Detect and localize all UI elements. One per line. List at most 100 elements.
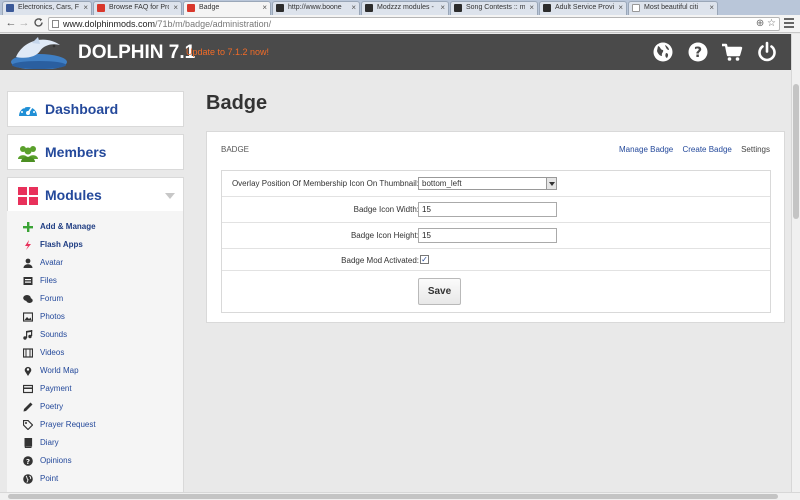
tab-favicon-icon	[543, 4, 551, 12]
sidebar-item-label: Dashboard	[45, 101, 119, 117]
browser-tab[interactable]: Electronics, Cars, Fa ×	[2, 1, 92, 15]
url-path: /71b/m/badge/administration/	[155, 19, 272, 29]
browser-tab[interactable]: Song Contests :: m ×	[450, 1, 538, 15]
form-row-activated: Badge Mod Activated: ✓	[222, 249, 770, 271]
browser-tab-active[interactable]: Badge ×	[183, 1, 271, 15]
tab-favicon-icon	[454, 4, 462, 12]
height-label: Badge Icon Height:	[350, 231, 419, 240]
browser-tab[interactable]: Adult Service Provi ×	[539, 1, 627, 15]
comments-icon	[23, 295, 33, 303]
horizontal-scrollbar[interactable]	[0, 492, 800, 500]
bookmark-star-icon[interactable]: ☆	[767, 18, 776, 29]
activated-checkbox[interactable]: ✓	[420, 255, 429, 264]
tab-close-icon[interactable]: ×	[173, 2, 178, 14]
scrollbar-thumb[interactable]	[8, 494, 778, 499]
width-input[interactable]: 15	[418, 202, 557, 217]
tab-close-icon[interactable]: ×	[351, 2, 356, 14]
tab-close-icon[interactable]: ×	[440, 2, 445, 14]
dolphin-logo-icon	[11, 37, 67, 69]
browser-toolbar: ← → www.dolphinmods.com/71b/m/badge/admi…	[0, 15, 800, 33]
browser-tab[interactable]: Browse FAQ for Pro ×	[93, 1, 182, 15]
form-row-height: Badge Icon Height: 15	[222, 223, 770, 249]
sidebar-item-dashboard[interactable]: Dashboard	[7, 91, 184, 127]
tab-favicon-icon	[632, 4, 640, 12]
modules-grid-icon	[18, 187, 38, 205]
tab-favicon-icon	[97, 4, 105, 12]
tab-favicon-icon	[187, 4, 195, 12]
tab-close-icon[interactable]: ×	[529, 2, 534, 14]
globe-icon	[23, 474, 33, 484]
forward-arrow-icon[interactable]: →	[18, 17, 30, 30]
page-title: Badge	[206, 92, 268, 114]
globe-icon[interactable]	[652, 41, 674, 63]
chevron-down-icon[interactable]	[165, 193, 175, 199]
tab-favicon-icon	[276, 4, 284, 12]
browser-tab[interactable]: Modzzz modules - ×	[361, 1, 449, 15]
cart-icon[interactable]	[721, 41, 743, 63]
help-icon[interactable]: ?	[687, 41, 709, 63]
page-icon	[52, 20, 59, 28]
create-badge-link[interactable]: Create Badge	[682, 145, 731, 154]
reload-icon[interactable]	[32, 17, 44, 30]
browser-tab-strip: Electronics, Cars, Fa × Browse FAQ for Pr…	[0, 0, 800, 15]
form-row-width: Badge Icon Width: 15	[222, 197, 770, 223]
zoom-icon[interactable]: ⊕	[756, 18, 764, 29]
save-button[interactable]: Save	[418, 278, 461, 305]
width-label: Badge Icon Width:	[353, 205, 419, 214]
music-icon	[23, 330, 33, 340]
user-icon	[23, 258, 33, 268]
tab-close-icon[interactable]: ×	[83, 2, 88, 14]
tab-favicon-icon	[365, 4, 373, 12]
panel-title: BADGE	[221, 145, 250, 154]
position-label: Overlay Position Of Membership Icon On T…	[231, 179, 419, 188]
folder-icon	[23, 277, 33, 285]
film-icon	[23, 348, 33, 358]
activated-label: Badge Mod Activated:	[341, 256, 419, 265]
manage-badge-link[interactable]: Manage Badge	[619, 145, 673, 154]
tab-close-icon[interactable]: ×	[262, 2, 267, 14]
modules-submenu: Add & Manage Flash Apps Avatar Files For…	[7, 211, 184, 492]
users-icon	[18, 146, 38, 162]
back-arrow-icon[interactable]: ←	[5, 17, 17, 30]
tab-close-icon[interactable]: ×	[618, 2, 623, 14]
picture-icon	[23, 312, 33, 322]
position-select-value: bottom_left	[422, 179, 462, 188]
badge-settings-panel: BADGE Manage Badge Create Badge Settings…	[206, 131, 785, 323]
browser-menu-icon[interactable]	[784, 18, 794, 29]
sidebar-item-label: Modules	[45, 187, 102, 203]
question-icon: ?	[23, 456, 33, 466]
tag-icon	[23, 420, 33, 430]
scrollbar-thumb[interactable]	[793, 84, 799, 219]
app-title: DOLPHIN 7.1	[78, 42, 196, 63]
position-select[interactable]: bottom_left	[418, 177, 557, 190]
settings-link[interactable]: Settings	[741, 145, 770, 154]
settings-form: Overlay Position Of Membership Icon On T…	[221, 170, 771, 313]
vertical-scrollbar[interactable]	[791, 34, 800, 492]
svg-text:?: ?	[26, 458, 30, 466]
tab-close-icon[interactable]: ×	[709, 2, 714, 14]
browser-tab[interactable]: Most beautiful citi ×	[628, 1, 718, 15]
height-input[interactable]: 15	[418, 228, 557, 243]
dashboard-gauge-icon	[19, 104, 37, 116]
pencil-icon	[23, 402, 33, 412]
browser-tab[interactable]: http://www.boone ×	[272, 1, 360, 15]
sidebar-item-modules[interactable]: Modules	[7, 177, 184, 213]
select-arrow-icon[interactable]	[546, 178, 556, 189]
power-icon[interactable]	[756, 41, 778, 63]
sidebar-item-members[interactable]: Members	[7, 134, 184, 170]
update-link[interactable]: Update to 7.1.2 now!	[186, 47, 269, 57]
app-header: DOLPHIN 7.1 Update to 7.1.2 now! ?	[0, 34, 791, 70]
url-host: www.dolphinmods.com	[63, 19, 156, 29]
tab-favicon-icon	[6, 4, 14, 12]
panel-links: Manage Badge Create Badge Settings	[612, 145, 770, 154]
address-bar[interactable]: www.dolphinmods.com/71b/m/badge/administ…	[48, 17, 780, 31]
form-row-position: Overlay Position Of Membership Icon On T…	[222, 171, 770, 197]
bolt-icon	[25, 240, 31, 250]
map-marker-icon	[24, 366, 32, 376]
book-icon	[24, 438, 33, 448]
plus-icon	[23, 222, 33, 232]
omnibox-icons: ⊕ ☆	[756, 18, 776, 30]
svg-text:?: ?	[694, 45, 702, 61]
credit-card-icon	[23, 384, 33, 394]
sidebar-item-label: Members	[45, 144, 107, 160]
